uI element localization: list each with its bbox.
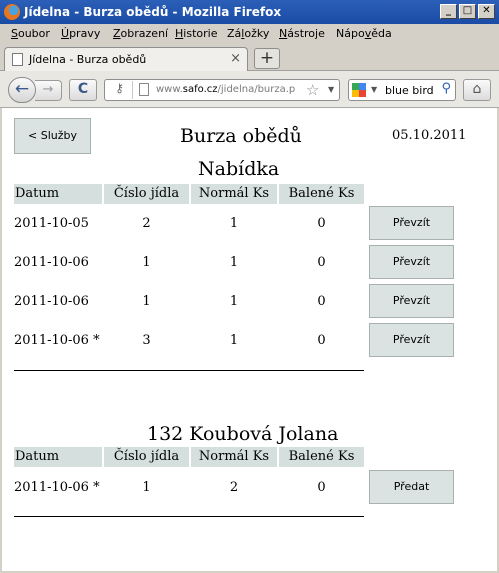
tab-bar: Jídelna - Burza obědů × + — [0, 44, 499, 71]
minimize-button[interactable]: _ — [440, 4, 457, 19]
take-over-button[interactable]: Převzít — [369, 245, 454, 279]
google-icon[interactable] — [352, 83, 366, 97]
close-window-button[interactable]: ✕ — [478, 4, 495, 19]
my-packed: 0 — [317, 480, 326, 495]
tab-close-icon[interactable]: × — [230, 51, 241, 66]
site-identity-key-icon[interactable]: ⚷ — [107, 81, 133, 99]
menu-bookmarks[interactable]: Záložky — [227, 27, 269, 40]
page-icon — [12, 53, 23, 66]
table-row: 2011-10-06 1 1 0 Převzít — [14, 284, 456, 320]
table-row: 2011-10-06 * 1 2 0 Předat — [14, 470, 456, 506]
column-header-packed: Balené Ks — [279, 447, 364, 467]
search-icon[interactable]: ⚲ — [441, 81, 451, 96]
offer-meal: 1 — [142, 255, 151, 270]
page-content: < Služby Burza obědů 05.10.2011 Nabídka … — [2, 108, 497, 571]
url-text[interactable]: www.safo.cz/jidelna/burza.p — [156, 84, 306, 95]
maximize-button[interactable]: □ — [459, 4, 476, 19]
column-header-date: Datum — [14, 447, 102, 467]
column-header-packed: Balené Ks — [279, 184, 364, 204]
offer-packed: 0 — [317, 216, 326, 231]
url-bar[interactable]: ⚷ www.safo.cz/jidelna/burza.p ☆ ▼ — [104, 79, 340, 101]
table-row: 2011-10-06 * 3 1 0 Převzít — [14, 323, 456, 359]
firefox-icon — [4, 4, 20, 20]
offer-normal: 1 — [229, 216, 239, 231]
tab-title: Jídelna - Burza obědů — [29, 53, 147, 66]
window-frame-left — [0, 108, 2, 573]
offer-normal: 1 — [229, 333, 239, 348]
tab-active[interactable]: Jídelna - Burza obědů × — [4, 47, 248, 71]
my-normal: 2 — [229, 480, 239, 495]
offer-date: 2011-10-06 — [14, 255, 89, 270]
take-over-button[interactable]: Převzít — [369, 323, 454, 357]
offer-packed: 0 — [317, 333, 326, 348]
menu-history[interactable]: Historie — [175, 27, 217, 40]
user-section-title: 132 Koubová Jolana — [147, 423, 339, 445]
search-bar[interactable]: ▼ blue bird ⚲ — [348, 79, 456, 101]
offer-normal: 1 — [229, 294, 239, 309]
take-over-button[interactable]: Převzít — [369, 284, 454, 318]
offer-date: 2011-10-06 * — [14, 333, 100, 348]
my-date: 2011-10-06 * — [14, 480, 100, 495]
offer-packed: 0 — [317, 294, 326, 309]
forward-button[interactable]: → — [35, 80, 62, 101]
menu-tools[interactable]: Nástroje — [279, 27, 325, 40]
home-button[interactable]: ⌂ — [463, 79, 491, 101]
column-header-meal: Číslo jídla — [104, 184, 189, 204]
menu-bar: Soubor Úpravy Zobrazení Historie Záložky… — [0, 24, 499, 44]
section-divider — [14, 516, 364, 517]
hand-over-button[interactable]: Předat — [369, 470, 454, 504]
section-divider — [14, 370, 364, 371]
column-header-normal: Normál Ks — [191, 447, 277, 467]
column-header-meal: Číslo jídla — [104, 447, 189, 467]
my-table-header: Datum Číslo jídla Normál Ks Balené Ks — [14, 447, 364, 467]
menu-file[interactable]: Soubor — [11, 27, 50, 40]
offer-normal: 1 — [229, 255, 239, 270]
window-title-bar[interactable]: Jídelna - Burza obědů - Mozilla Firefox … — [0, 0, 499, 24]
offer-section-title: Nabídka — [198, 158, 280, 180]
back-to-services-button[interactable]: < Služby — [14, 118, 91, 154]
table-row: 2011-10-06 1 1 0 Převzít — [14, 245, 456, 281]
page-title: Burza obědů — [180, 125, 302, 147]
offer-packed: 0 — [317, 255, 326, 270]
reload-button[interactable]: C — [69, 79, 97, 101]
offer-meal: 1 — [142, 294, 151, 309]
new-tab-button[interactable]: + — [254, 48, 280, 69]
offer-meal: 2 — [142, 216, 151, 231]
menu-help[interactable]: Nápověda — [336, 27, 392, 40]
offer-table-header: Datum Číslo jídla Normál Ks Balené Ks — [14, 184, 364, 204]
back-forward-group: → ← — [8, 77, 64, 103]
search-input[interactable]: blue bird — [385, 84, 434, 97]
menu-edit[interactable]: Úpravy — [61, 27, 100, 40]
search-engine-dropdown-icon[interactable]: ▼ — [371, 85, 377, 94]
offer-date: 2011-10-05 — [14, 216, 89, 231]
offer-meal: 3 — [142, 333, 151, 348]
navigation-toolbar: → ← C ⚷ www.safo.cz/jidelna/burza.p ☆ ▼ … — [0, 71, 499, 108]
menu-view[interactable]: Zobrazení — [113, 27, 168, 40]
current-date: 05.10.2011 — [392, 128, 467, 143]
window-title: Jídelna - Burza obědů - Mozilla Firefox — [24, 5, 282, 19]
table-row: 2011-10-05 2 1 0 Převzít — [14, 206, 456, 242]
back-button[interactable]: ← — [8, 77, 36, 103]
url-dropdown-icon[interactable]: ▼ — [328, 85, 334, 94]
column-header-normal: Normál Ks — [191, 184, 277, 204]
column-header-date: Datum — [14, 184, 102, 204]
bookmark-star-icon[interactable]: ☆ — [306, 81, 319, 99]
offer-date: 2011-10-06 — [14, 294, 89, 309]
page-icon — [139, 83, 149, 96]
my-meal: 1 — [142, 480, 151, 495]
take-over-button[interactable]: Převzít — [369, 206, 454, 240]
